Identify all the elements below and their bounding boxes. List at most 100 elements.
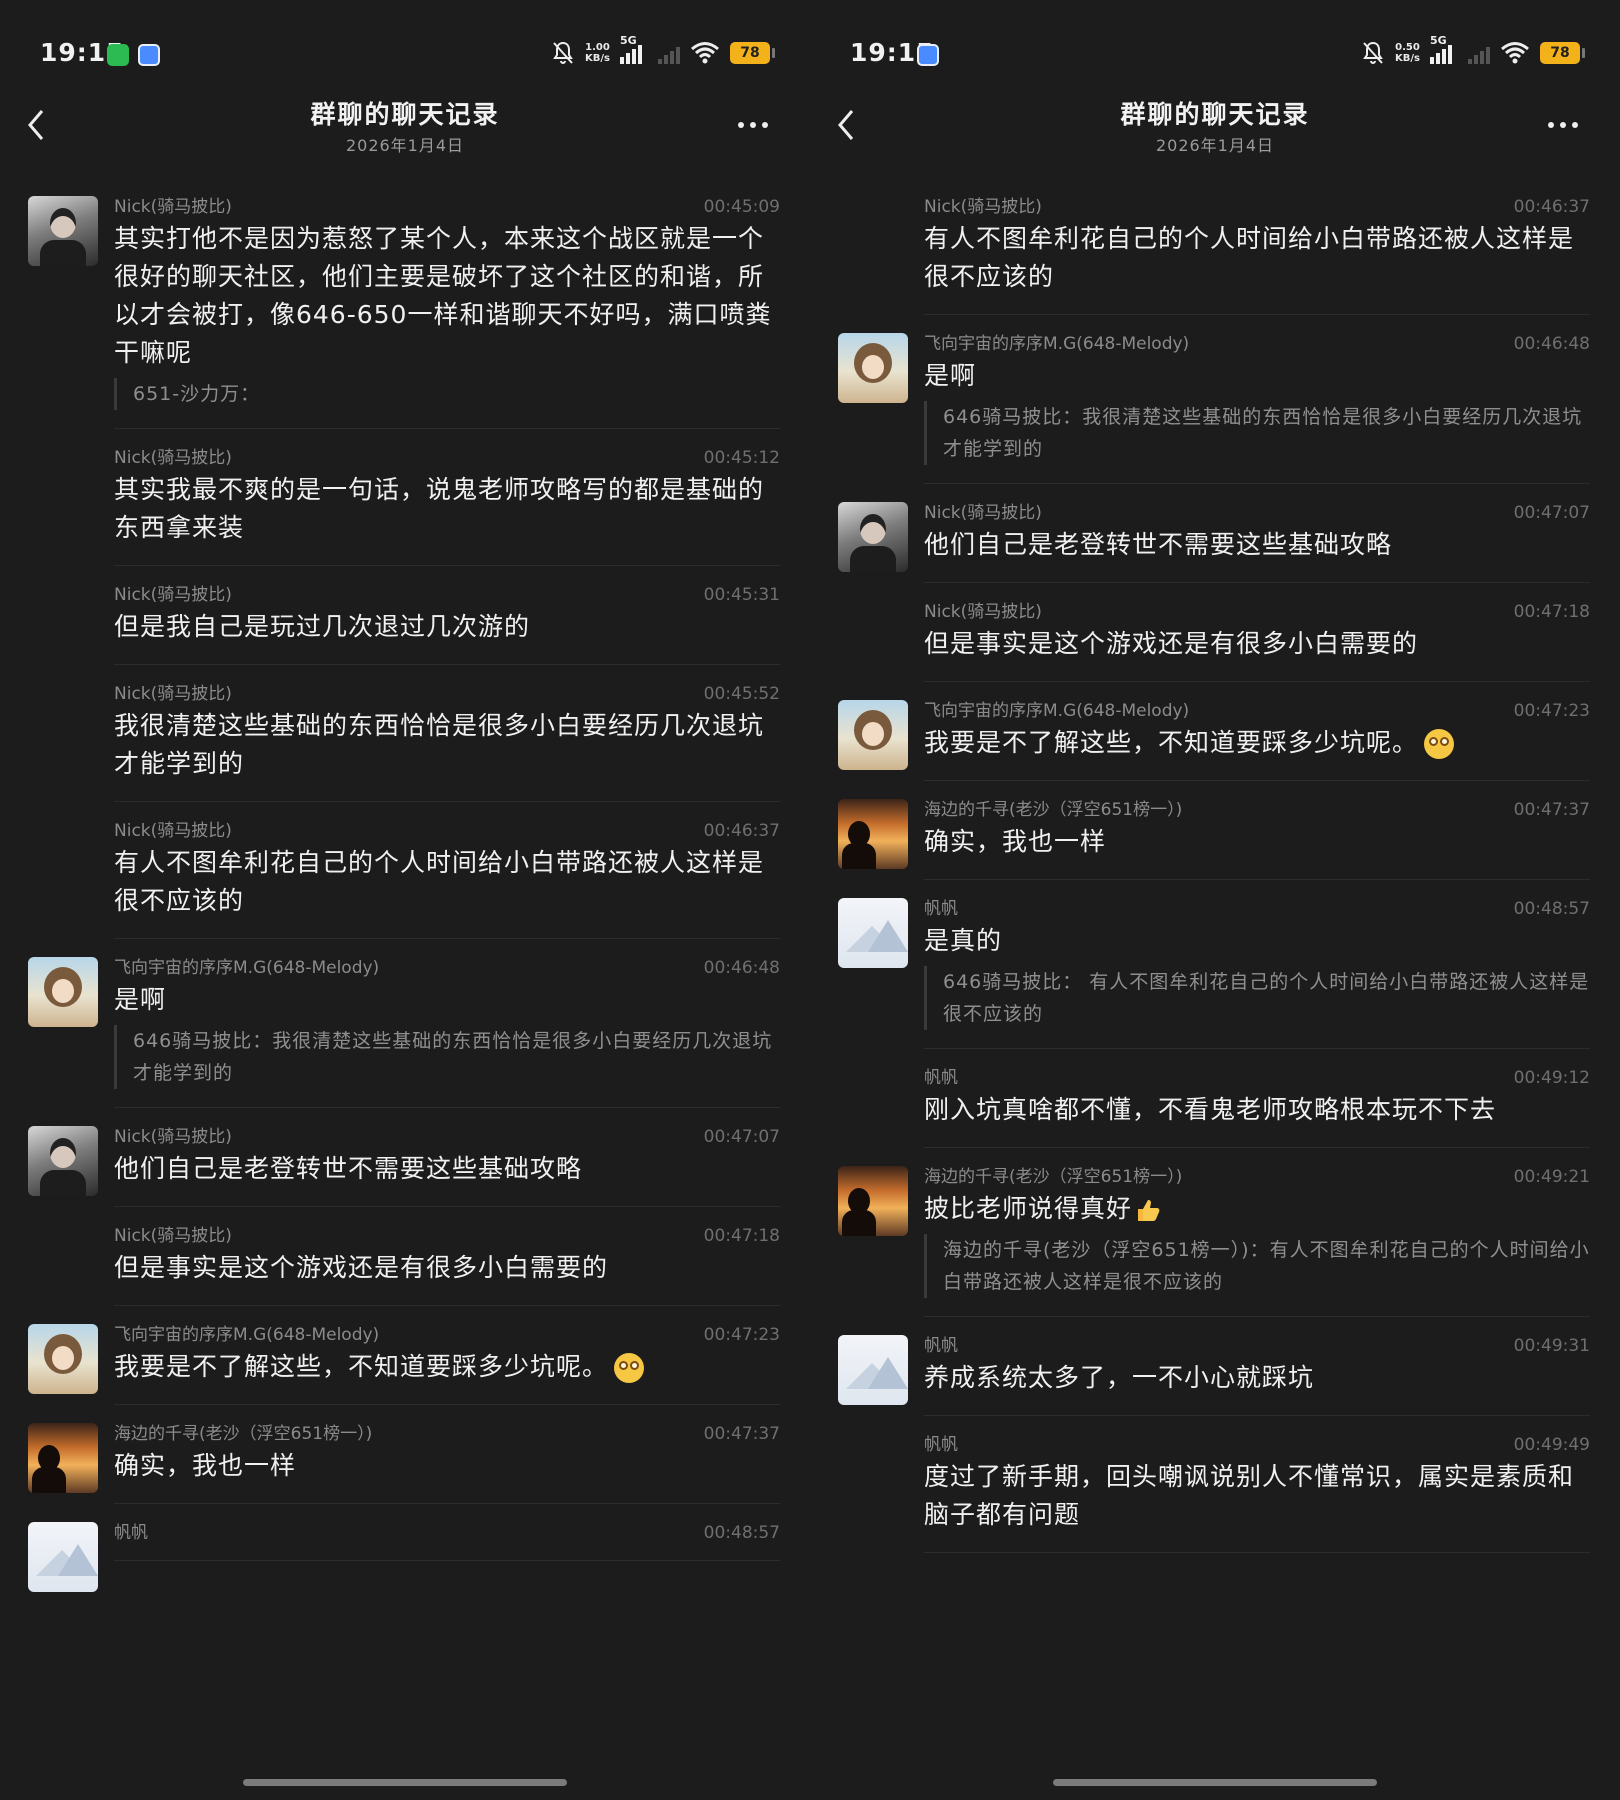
sender-name[interactable]: Nick(骑马披比) — [114, 192, 232, 217]
message-text-content: 有人不图牟利花自己的个人时间给小白带路还被人这样是很不应该的 — [924, 224, 1575, 291]
sender-name[interactable]: Nick(骑马披比) — [114, 580, 232, 605]
home-indicator[interactable] — [243, 1779, 567, 1786]
avatar[interactable] — [838, 1166, 908, 1236]
sender-name[interactable]: Nick(骑马披比) — [114, 1122, 232, 1147]
message-time: 00:49:21 — [1513, 1167, 1590, 1187]
message-text: 是啊 — [924, 357, 1590, 395]
message-item[interactable]: Nick(骑马披比) 00:47:18 但是事实是这个游戏还是有很多小白需要的 — [810, 583, 1620, 682]
sender-name[interactable]: Nick(骑马披比) — [924, 597, 1042, 622]
message-text-content: 他们自己是老登转世不需要这些基础攻略 — [114, 1154, 583, 1183]
sender-name[interactable]: 帆帆 — [924, 1331, 958, 1356]
message-item[interactable]: 帆帆 00:49:12 刚入坑真啥都不懂，不看鬼老师攻略根本玩不下去 — [810, 1049, 1620, 1148]
quoted-reply[interactable]: 651-沙力万： — [114, 378, 780, 410]
signal-secondary-icon — [658, 42, 680, 64]
message-item[interactable]: 帆帆 00:48:57 — [0, 1504, 810, 1592]
message-text-content: 我要是不了解这些，不知道要踩多少坑呢。 — [114, 1352, 609, 1381]
message-item[interactable]: 飞向宇宙的序序M.G(648-Melody) 00:46:48 是啊 646骑马披比：… — [0, 939, 810, 1108]
quoted-reply[interactable]: 海边的千寻(老沙（浮空651榜一）)：有人不图牟利花自己的个人时间给小白带路还被… — [924, 1234, 1590, 1298]
sender-name[interactable]: 帆帆 — [924, 1063, 958, 1088]
avatar[interactable] — [838, 799, 908, 869]
message-item[interactable]: 海边的千寻(老沙（浮空651榜一）) 00:47:37 确实，我也一样 — [0, 1405, 810, 1504]
message-text-content: 度过了新手期，回头嘲讽说别人不懂常识，属实是素质和脑子都有问题 — [924, 1462, 1575, 1529]
avatar[interactable] — [838, 502, 908, 572]
message-meta: 帆帆 00:49:49 — [924, 1430, 1590, 1455]
message-text-content: 刚入坑真啥都不懂，不看鬼老师攻略根本玩不下去 — [924, 1095, 1497, 1124]
sender-name[interactable]: 帆帆 — [924, 1430, 958, 1455]
message-item[interactable]: 飞向宇宙的序序M.G(648-Melody) 00:47:23 我要是不了解这些，不… — [0, 1306, 810, 1405]
sender-name[interactable]: 飞向宇宙的序序M.G(648-Melody) — [114, 953, 379, 978]
message-item[interactable]: Nick(骑马披比) 00:47:18 但是事实是这个游戏还是有很多小白需要的 — [0, 1207, 810, 1306]
message-item[interactable]: Nick(骑马披比) 00:47:07 他们自己是老登转世不需要这些基础攻略 — [0, 1108, 810, 1207]
message-list[interactable]: Nick(骑马披比) 00:45:09 其实打他不是因为惹怒了某个人，本来这个战区就… — [0, 178, 810, 1758]
avatar[interactable] — [838, 333, 908, 403]
battery-indicator: 78 — [1540, 42, 1585, 64]
chat-header: 群聊的聊天记录 2026年1月4日 — [810, 95, 1620, 167]
sender-name[interactable]: Nick(骑马披比) — [924, 498, 1042, 523]
avatar[interactable] — [28, 1324, 98, 1394]
message-meta: 帆帆 00:49:12 — [924, 1063, 1590, 1088]
message-text: 披比老师说得真好 — [924, 1190, 1590, 1228]
avatar[interactable] — [28, 957, 98, 1027]
sender-name[interactable]: Nick(骑马披比) — [114, 1221, 232, 1246]
message-time: 00:46:48 — [1513, 334, 1590, 354]
more-options-button[interactable] — [738, 115, 774, 135]
sender-name[interactable]: Nick(骑马披比) — [114, 443, 232, 468]
message-text: 是真的 — [924, 922, 1590, 960]
message-item[interactable]: Nick(骑马披比) 00:45:12 其实我最不爽的是一句话，说鬼老师攻略写的都是… — [0, 429, 810, 566]
sender-name[interactable]: 飞向宇宙的序序M.G(648-Melody) — [924, 329, 1189, 354]
sender-name[interactable]: 海边的千寻(老沙（浮空651榜一）) — [924, 1162, 1182, 1187]
sender-name[interactable]: 帆帆 — [924, 894, 958, 919]
avatar[interactable] — [838, 898, 908, 968]
message-body: 海边的千寻(老沙（浮空651榜一）) 00:49:21 披比老师说得真好海边的千寻(… — [924, 1162, 1590, 1317]
sender-name[interactable]: 飞向宇宙的序序M.G(648-Melody) — [924, 696, 1189, 721]
message-meta: Nick(骑马披比) 00:45:09 — [114, 192, 780, 217]
message-item[interactable]: Nick(骑马披比) 00:46:37 有人不图牟利花自己的个人时间给小白带路还被人… — [810, 178, 1620, 315]
quoted-reply[interactable]: 646骑马披比： 有人不图牟利花自己的个人时间给小白带路还被人这样是很不应该的 — [924, 966, 1590, 1030]
message-item[interactable]: Nick(骑马披比) 00:46:37 有人不图牟利花自己的个人时间给小白带路还被人… — [0, 802, 810, 939]
message-item[interactable]: 飞向宇宙的序序M.G(648-Melody) 00:46:48 是啊 646骑马披比：… — [810, 315, 1620, 484]
sender-name[interactable]: 帆帆 — [114, 1518, 148, 1543]
message-item[interactable]: Nick(骑马披比) 00:45:31 但是我自己是玩过几次退过几次游的 — [0, 566, 810, 665]
message-item[interactable]: 海边的千寻(老沙（浮空651榜一）) 00:47:37 确实，我也一样 — [810, 781, 1620, 880]
more-options-button[interactable] — [1548, 115, 1584, 135]
avatar[interactable] — [28, 196, 98, 266]
sender-name[interactable]: 海边的千寻(老沙（浮空651榜一）) — [924, 795, 1182, 820]
sender-name[interactable]: 海边的千寻(老沙（浮空651榜一）) — [114, 1419, 372, 1444]
sender-name[interactable]: Nick(骑马披比) — [114, 679, 232, 704]
avatar[interactable] — [838, 1335, 908, 1405]
sender-name[interactable]: 飞向宇宙的序序M.G(648-Melody) — [114, 1320, 379, 1345]
avatar[interactable] — [838, 700, 908, 770]
message-text: 有人不图牟利花自己的个人时间给小白带路还被人这样是很不应该的 — [924, 220, 1590, 296]
message-meta: 帆帆 00:48:57 — [924, 894, 1590, 919]
message-item[interactable]: Nick(骑马披比) 00:45:52 我很清楚这些基础的东西恰恰是很多小白要经历几… — [0, 665, 810, 802]
message-text-content: 是啊 — [924, 361, 977, 390]
message-text-content: 披比老师说得真好 — [924, 1194, 1133, 1223]
message-time: 00:46:37 — [1513, 197, 1590, 217]
sender-name[interactable]: Nick(骑马披比) — [114, 816, 232, 841]
avatar[interactable] — [28, 1423, 98, 1493]
message-item[interactable]: 帆帆 00:48:57 是真的 646骑马披比： 有人不图牟利花自己的个人时间给小白带… — [810, 880, 1620, 1049]
message-item[interactable]: 海边的千寻(老沙（浮空651榜一）) 00:49:21 披比老师说得真好海边的千寻(… — [810, 1148, 1620, 1317]
message-item[interactable]: 帆帆 00:49:49 度过了新手期，回头嘲讽说别人不懂常识，属实是素质和脑子都有问… — [810, 1416, 1620, 1553]
message-item[interactable]: 帆帆 00:49:31 养成系统太多了，一不小心就踩坑 — [810, 1317, 1620, 1416]
sender-name[interactable]: Nick(骑马披比) — [924, 192, 1042, 217]
message-text-content: 但是我自己是玩过几次退过几次游的 — [114, 612, 531, 641]
quoted-reply[interactable]: 646骑马披比：我很清楚这些基础的东西恰恰是很多小白要经历几次退坑才能学到的 — [924, 401, 1590, 465]
message-meta: Nick(骑马披比) 00:47:07 — [924, 498, 1590, 523]
message-time: 00:47:37 — [703, 1424, 780, 1444]
home-indicator[interactable] — [1053, 1779, 1377, 1786]
quoted-reply[interactable]: 646骑马披比：我很清楚这些基础的东西恰恰是很多小白要经历几次退坑才能学到的 — [114, 1025, 780, 1089]
avatar[interactable] — [28, 1522, 98, 1592]
message-text-content: 确实，我也一样 — [114, 1451, 297, 1480]
message-item[interactable]: Nick(骑马披比) 00:47:07 他们自己是老登转世不需要这些基础攻略 — [810, 484, 1620, 583]
avatar[interactable] — [28, 1126, 98, 1196]
message-item[interactable]: Nick(骑马披比) 00:45:09 其实打他不是因为惹怒了某个人，本来这个战区就… — [0, 178, 810, 429]
message-text-content: 是真的 — [924, 926, 1003, 955]
message-body: 海边的千寻(老沙（浮空651榜一）) 00:47:37 确实，我也一样 — [114, 1419, 780, 1504]
message-time: 00:47:37 — [1513, 800, 1590, 820]
message-notification-icon — [138, 44, 160, 66]
message-item[interactable]: 飞向宇宙的序序M.G(648-Melody) 00:47:23 我要是不了解这些，不… — [810, 682, 1620, 781]
message-list[interactable]: Nick(骑马披比) 00:46:37 有人不图牟利花自己的个人时间给小白带路还被人… — [810, 178, 1620, 1758]
message-body: 飞向宇宙的序序M.G(648-Melody) 00:47:23 我要是不了解这些，不… — [924, 696, 1590, 781]
message-time: 00:47:18 — [703, 1226, 780, 1246]
